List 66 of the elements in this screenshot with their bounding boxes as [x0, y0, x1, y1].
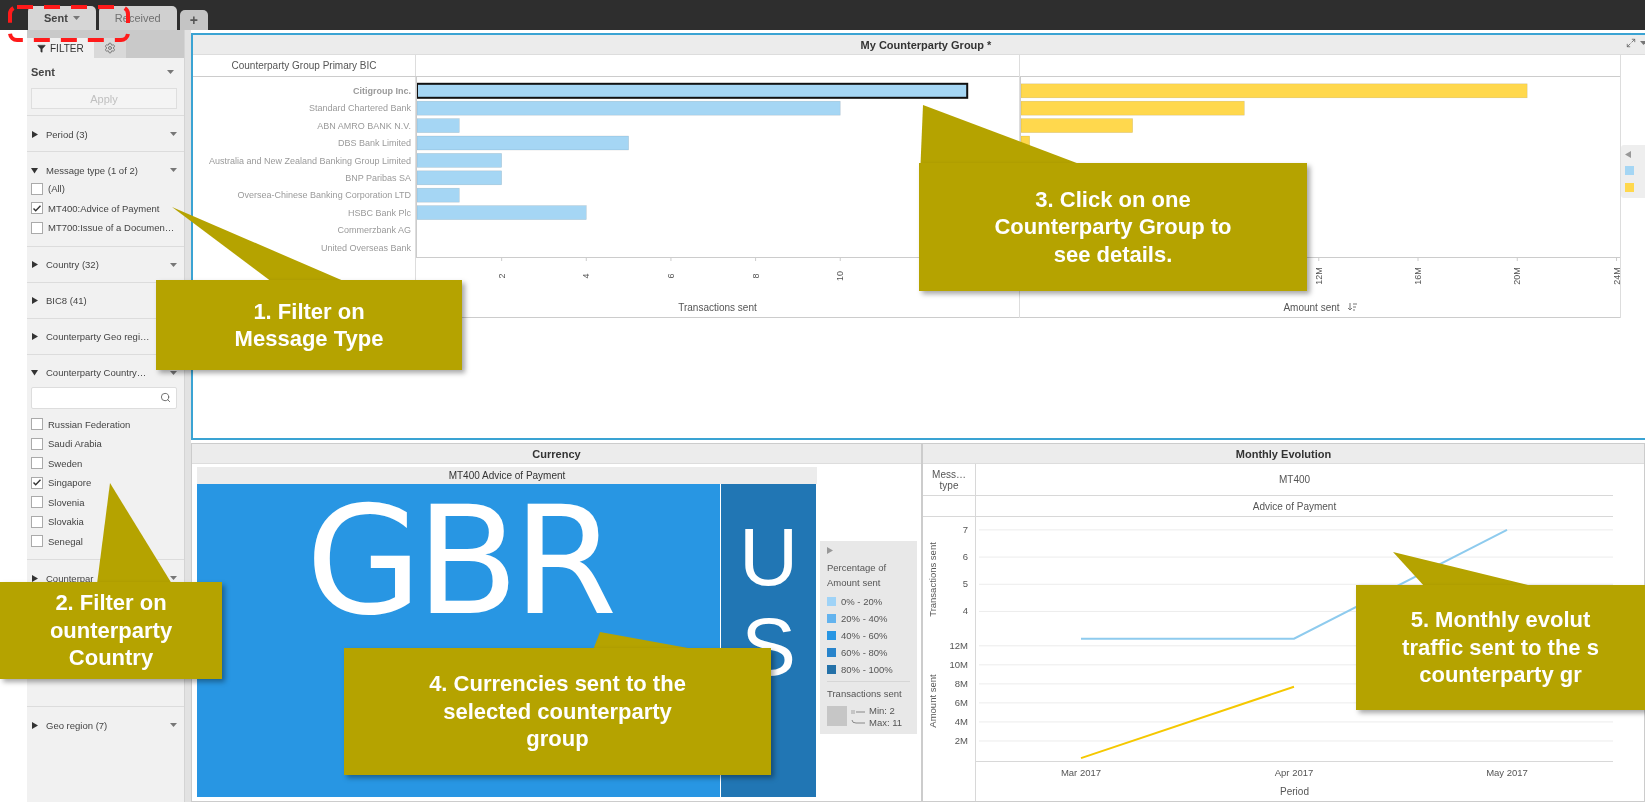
- filter-section-header[interactable]: BIC8 (41): [31, 295, 87, 306]
- option-label[interactable]: Senegal: [48, 535, 83, 547]
- option-label[interactable]: Singapore: [48, 477, 92, 489]
- column-header: Counterparty Group Primary BIC: [193, 55, 416, 76]
- filter-section-header[interactable]: Message type (1 of 2): [31, 164, 138, 176]
- axis-title: Transactions sent: [678, 301, 757, 313]
- legend-label: 20% - 40%: [841, 612, 888, 624]
- filter-section-header[interactable]: Period (3): [31, 128, 88, 140]
- axis-title: Amount sent: [1283, 301, 1340, 313]
- axis-tick-label: 10M: [949, 658, 968, 670]
- axis-tick-label: 4M: [954, 715, 968, 727]
- axis-tick-label: Apr 2017: [1274, 766, 1314, 778]
- axis-tick-label: 8M: [954, 677, 968, 689]
- filter-section-header[interactable]: Counterparty Country…: [31, 367, 147, 378]
- option-label[interactable]: Slovakia: [48, 516, 84, 528]
- option-label[interactable]: Saudi Arabia: [48, 438, 102, 450]
- legend-label: Min: 2: [869, 704, 896, 716]
- add-tab-button[interactable]: +: [179, 10, 208, 30]
- axis-tick-label: 6: [962, 551, 968, 563]
- axis-tick-label: Mar 2017: [1060, 766, 1102, 778]
- filter-section-header[interactable]: Geo region (7): [31, 719, 108, 731]
- axis-tick-label: 4: [962, 605, 968, 617]
- filter-section-header[interactable]: Counterpar: [31, 572, 94, 584]
- option-label[interactable]: Slovenia: [48, 496, 85, 508]
- axis-tick-label: 6M: [954, 696, 968, 708]
- panel-title: My Counterparty Group *: [860, 38, 992, 51]
- table-cell: MT400: [1278, 474, 1311, 485]
- axis-tick-label: 5: [962, 578, 968, 590]
- legend-label: 40% - 60%: [841, 629, 888, 641]
- axis-tick-label: 12M: [1313, 267, 1324, 285]
- option-label[interactable]: (All): [48, 183, 65, 195]
- legend-title: Percentage of Amount sent: [827, 560, 888, 590]
- column-header: Mess… type: [931, 468, 967, 491]
- axis-tick-label: 2M: [954, 734, 968, 746]
- axis-tick-label: 16M: [1413, 267, 1423, 285]
- tile-label: GBR: [305, 492, 612, 630]
- axis-tick-label: 12M: [949, 639, 968, 651]
- option-label[interactable]: Sweden: [48, 457, 83, 469]
- axis-tick-label: 20M: [1512, 267, 1523, 285]
- tab[interactable]: Sent: [28, 6, 96, 30]
- option-label[interactable]: MT400:Advice of Payment: [48, 202, 160, 214]
- axis-tick-label: 24M: [1611, 267, 1620, 285]
- view-select[interactable]: Sent: [27, 58, 184, 86]
- table-cell: Advice of Payment: [1252, 500, 1337, 512]
- axis-tick-label: 6: [665, 273, 676, 279]
- legend-label: 0% - 20%: [841, 595, 883, 607]
- axis-title: Amount sent: [927, 674, 938, 728]
- legend-label: Max: 11: [869, 716, 903, 728]
- axis-tick-label: 4: [581, 273, 592, 279]
- option-label[interactable]: MT700:Issue of a Documen…: [48, 222, 175, 234]
- legend-label: 60% - 80%: [841, 646, 888, 658]
- axis-tick-label: 7: [962, 523, 968, 535]
- filter-section-header[interactable]: Counterparty Geo regi…: [31, 331, 150, 342]
- axis-tick-label: May 2017: [1486, 766, 1528, 778]
- option-label[interactable]: Russian Federation: [48, 418, 131, 430]
- legend-title: Transactions sent: [827, 687, 903, 699]
- axis-tick-label: 10: [835, 271, 846, 281]
- legend-label: 80% - 100%: [841, 663, 893, 675]
- treemap-header: MT400 Advice of Payment: [197, 467, 817, 484]
- axis-tick-label: 8: [750, 273, 761, 279]
- filter-section-header[interactable]: Country (32): [31, 259, 99, 270]
- panel-title: Currency: [532, 447, 581, 460]
- axis-title: Period: [1280, 785, 1309, 797]
- axis-tick-label: 2: [496, 273, 507, 279]
- axis-title: Transactions sent: [927, 542, 938, 617]
- panel-title: Monthly Evolution: [1235, 447, 1332, 460]
